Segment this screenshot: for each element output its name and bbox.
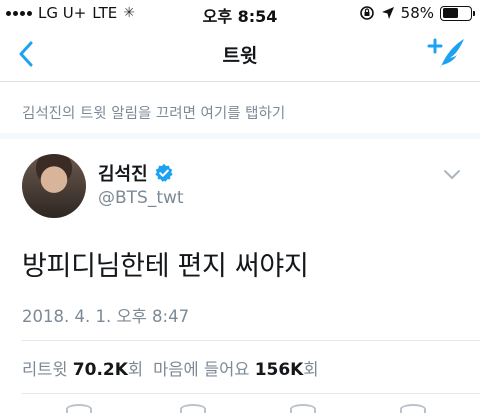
share-icon[interactable]	[400, 404, 426, 413]
stats-divider-bottom	[22, 393, 480, 394]
stats-divider-top	[22, 340, 480, 341]
reply-icon[interactable]	[66, 404, 92, 413]
retweet-count: 70.2K	[72, 360, 128, 380]
like-unit: 회	[303, 360, 319, 379]
battery-percent: 58%	[400, 4, 434, 22]
status-bar: LG U+ LTE ✳ 오후 8:54 58%	[0, 0, 480, 26]
author-handle[interactable]: @BTS_twt	[98, 188, 184, 208]
compose-tweet-icon	[427, 38, 464, 69]
battery-fill	[442, 8, 459, 18]
compose-tweet-button[interactable]	[426, 36, 466, 72]
nav-bar: 트윗	[0, 26, 480, 82]
tweet-detail-screen: LG U+ LTE ✳ 오후 8:54 58% 트윗 김석진의 트윗 알림을 끄…	[0, 0, 480, 413]
verified-badge-icon	[154, 164, 173, 182]
chevron-down-icon	[444, 170, 460, 179]
battery-icon	[440, 5, 475, 21]
tweet-stats: 리트윗 70.2K회 마음에 들어요 156K회	[22, 356, 319, 380]
avatar[interactable]	[22, 154, 86, 218]
like-stat[interactable]: 마음에 들어요 156K회	[153, 356, 318, 380]
notification-off-hint[interactable]: 김석진의 트윗 알림을 끄려면 여기를 탭하기	[22, 102, 285, 123]
retweet-label: 리트윗	[22, 360, 68, 379]
retweet-icon[interactable]	[180, 404, 206, 413]
page-title: 트윗	[222, 45, 258, 67]
tweet-text: 방피디님한테 편지 써야지	[22, 251, 309, 282]
status-right: 58%	[359, 4, 475, 22]
retweet-unit: 회	[127, 360, 144, 379]
author-name-row[interactable]: 김석진	[98, 160, 174, 186]
like-label: 마음에 들어요	[153, 360, 250, 379]
location-arrow-icon	[381, 7, 394, 19]
orientation-lock-icon	[359, 6, 374, 20]
retweet-stat[interactable]: 리트윗 70.2K회	[22, 356, 143, 380]
like-count: 156K	[254, 360, 304, 380]
tweet-menu-button[interactable]	[442, 166, 462, 180]
section-divider	[0, 133, 480, 139]
author-name[interactable]: 김석진	[98, 160, 148, 186]
tweet-timestamp: 2018. 4. 1. 오후 8:47	[22, 307, 190, 326]
like-icon[interactable]	[290, 404, 316, 413]
